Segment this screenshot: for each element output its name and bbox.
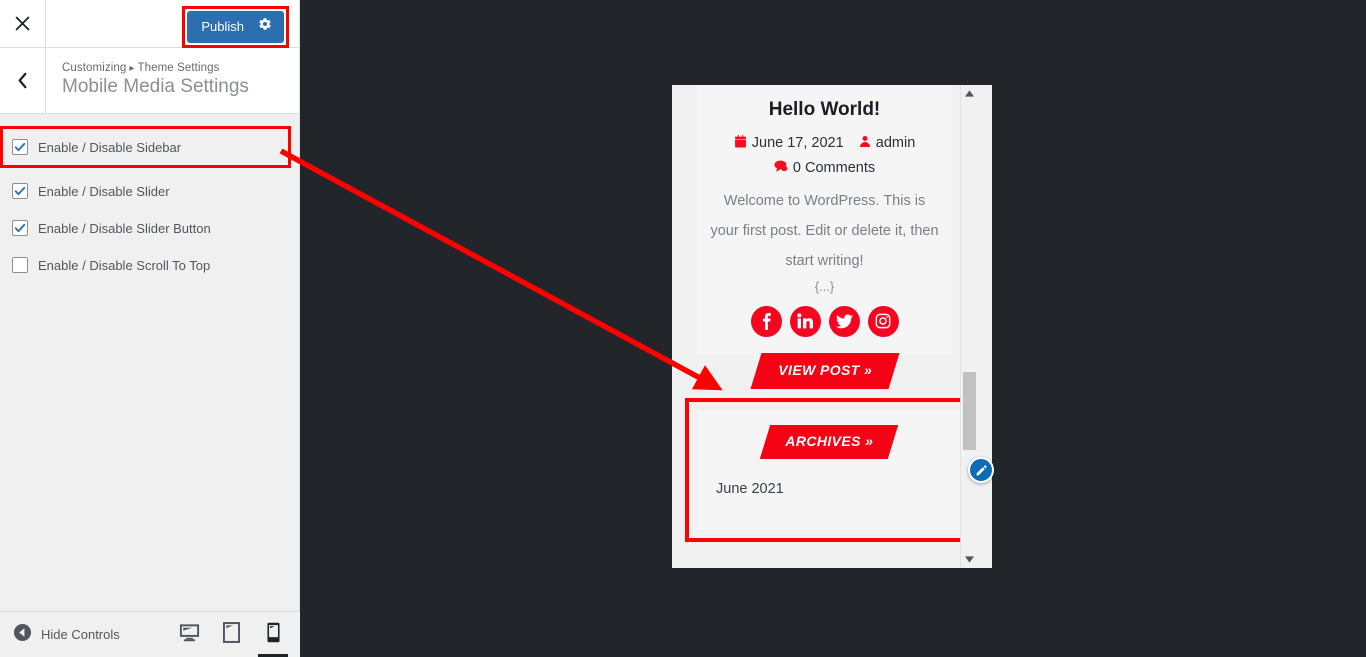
post-title: Hello World! — [768, 99, 881, 120]
collapse-left-icon — [13, 623, 32, 647]
archives-item-june-2021[interactable]: June 2021 — [716, 481, 784, 497]
twitter-icon[interactable] — [828, 305, 860, 337]
preview-area: Hello World! June 17, 2021 admin 0 Comme… — [300, 0, 1366, 657]
publish-button[interactable]: Publish — [187, 11, 284, 44]
checkbox-enable-disable-sidebar[interactable] — [12, 139, 28, 155]
control-row-slider[interactable]: Enable / Disable Slider — [0, 168, 299, 205]
device-button-tablet[interactable] — [210, 612, 252, 657]
controls-list: Enable / Disable Sidebar Enable / Disabl… — [0, 114, 299, 279]
chevron-left-icon[interactable] — [0, 48, 46, 113]
comment-icon — [774, 160, 792, 177]
device-preview-frame: Hello World! June 17, 2021 admin 0 Comme… — [672, 85, 992, 568]
panel-title-row: Customizing ▸ Theme Settings Mobile Media … — [0, 48, 299, 114]
desktop-icon — [179, 623, 200, 648]
checkbox-enable-disable-slider[interactable] — [12, 183, 28, 199]
device-button-mobile[interactable] — [252, 612, 294, 657]
breadcrumb-root[interactable]: Customizing — [62, 62, 126, 74]
post-card: Hello World! June 17, 2021 admin 0 Comme… — [697, 85, 952, 355]
archives-widget-highlight: ARCHIVES » June 2021 — [685, 398, 973, 542]
close-icon[interactable] — [0, 0, 46, 47]
view-post-label: VIEW POST » — [777, 361, 872, 378]
caret-up-icon[interactable] — [961, 85, 978, 102]
site-preview: Hello World! June 17, 2021 admin 0 Comme… — [672, 85, 977, 568]
hide-controls-button[interactable]: Hide Controls — [0, 623, 120, 647]
view-post-button[interactable]: VIEW POST » — [750, 352, 899, 389]
post-ellipsis: {...} — [814, 278, 835, 294]
archives-title-button[interactable]: ARCHIVES » — [759, 425, 899, 459]
post-author: admin — [875, 134, 916, 151]
customizer-sidebar: Publish Customizing ▸ Theme Settings Mobil… — [0, 0, 300, 657]
facebook-icon[interactable] — [750, 305, 782, 337]
caret-down-icon[interactable] — [961, 551, 978, 568]
control-row-sidebar[interactable]: Enable / Disable Sidebar — [0, 126, 291, 168]
pencil-icon[interactable] — [968, 457, 994, 483]
post-comments: 0 Comments — [792, 159, 876, 176]
checkbox-enable-disable-slider-button[interactable] — [12, 220, 28, 236]
panel-footer: Hide Controls — [0, 611, 300, 657]
device-button-desktop[interactable] — [168, 612, 210, 657]
control-row-scroll-to-top[interactable]: Enable / Disable Scroll To Top — [0, 242, 299, 279]
user-icon — [855, 135, 875, 152]
control-label-scroll-to-top[interactable]: Enable / Disable Scroll To Top — [38, 258, 210, 273]
control-row-slider-button[interactable]: Enable / Disable Slider Button — [0, 205, 299, 242]
view-post-container: VIEW POST » — [684, 352, 965, 389]
mobile-icon — [266, 622, 280, 648]
breadcrumb-parent[interactable]: Theme Settings — [138, 62, 220, 74]
linkedin-icon[interactable] — [789, 305, 821, 337]
publish-button-highlight: Publish — [182, 6, 289, 49]
customizer-screen: Hello World! June 17, 2021 admin 0 Comme… — [0, 0, 1366, 657]
page-title: Mobile Media Settings — [62, 76, 249, 98]
post-excerpt: Welcome to WordPress. This is your first… — [710, 193, 939, 269]
gear-icon[interactable] — [258, 17, 272, 36]
instagram-icon[interactable] — [867, 305, 899, 337]
tablet-icon — [222, 622, 240, 648]
calendar-icon — [734, 134, 751, 152]
breadcrumb-separator: ▸ — [129, 63, 135, 75]
control-label-slider-button[interactable]: Enable / Disable Slider Button — [38, 221, 211, 236]
control-label-sidebar[interactable]: Enable / Disable Sidebar — [38, 140, 181, 155]
publish-label: Publish — [201, 18, 244, 34]
archives-widget: ARCHIVES » June 2021 — [698, 411, 960, 529]
post-date: June 17, 2021 — [751, 134, 844, 151]
control-label-slider[interactable]: Enable / Disable Slider — [38, 184, 170, 199]
archives-list: June 2021 — [698, 459, 960, 497]
archives-title-container: ARCHIVES » — [698, 411, 960, 459]
panel-titles: Customizing ▸ Theme Settings Mobile Media … — [46, 48, 299, 113]
preview-scrollbar[interactable] — [960, 85, 977, 568]
device-buttons — [168, 612, 294, 657]
social-links — [709, 305, 940, 337]
hide-controls-label: Hide Controls — [41, 627, 120, 642]
breadcrumb: Customizing ▸ Theme Settings — [62, 62, 299, 74]
panel-header: Publish — [0, 0, 299, 49]
archives-title: ARCHIVES » — [785, 433, 874, 449]
post-meta: June 17, 2021 admin 0 Comments — [709, 132, 940, 182]
checkbox-enable-disable-scroll-to-top[interactable] — [12, 257, 28, 273]
